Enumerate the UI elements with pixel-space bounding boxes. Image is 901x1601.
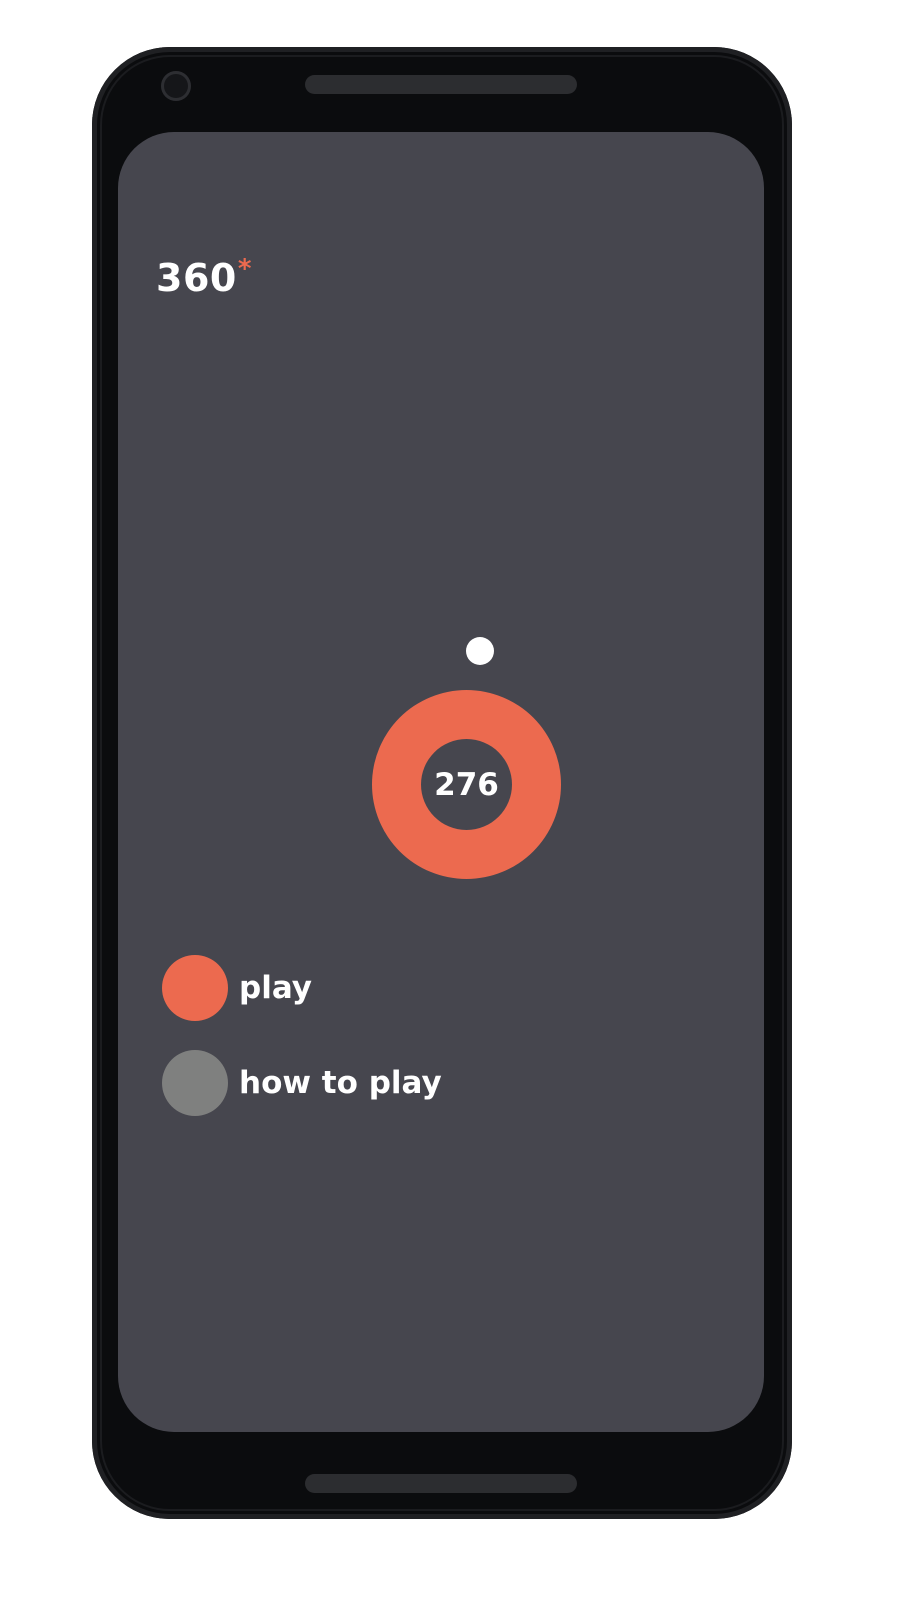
- play-button[interactable]: play: [162, 955, 312, 1021]
- play-label: play: [239, 970, 312, 1006]
- moving-ball: [466, 637, 494, 665]
- how-to-play-label: how to play: [239, 1065, 442, 1101]
- front-camera-icon: [161, 71, 191, 101]
- target-ring[interactable]: 276: [372, 690, 561, 879]
- game-screen: 360* 276 play how to play: [118, 132, 764, 1432]
- score-value: 360: [156, 256, 237, 300]
- score-asterisk: *: [237, 254, 252, 284]
- how-to-play-button[interactable]: how to play: [162, 1050, 442, 1116]
- how-to-play-circle-icon: [162, 1050, 228, 1116]
- top-speaker: [305, 75, 577, 94]
- play-circle-icon: [162, 955, 228, 1021]
- ring-counter: 276: [434, 766, 499, 803]
- bottom-speaker: [305, 1474, 577, 1493]
- ring-center: 276: [421, 739, 512, 830]
- score-display: 360*: [156, 254, 252, 300]
